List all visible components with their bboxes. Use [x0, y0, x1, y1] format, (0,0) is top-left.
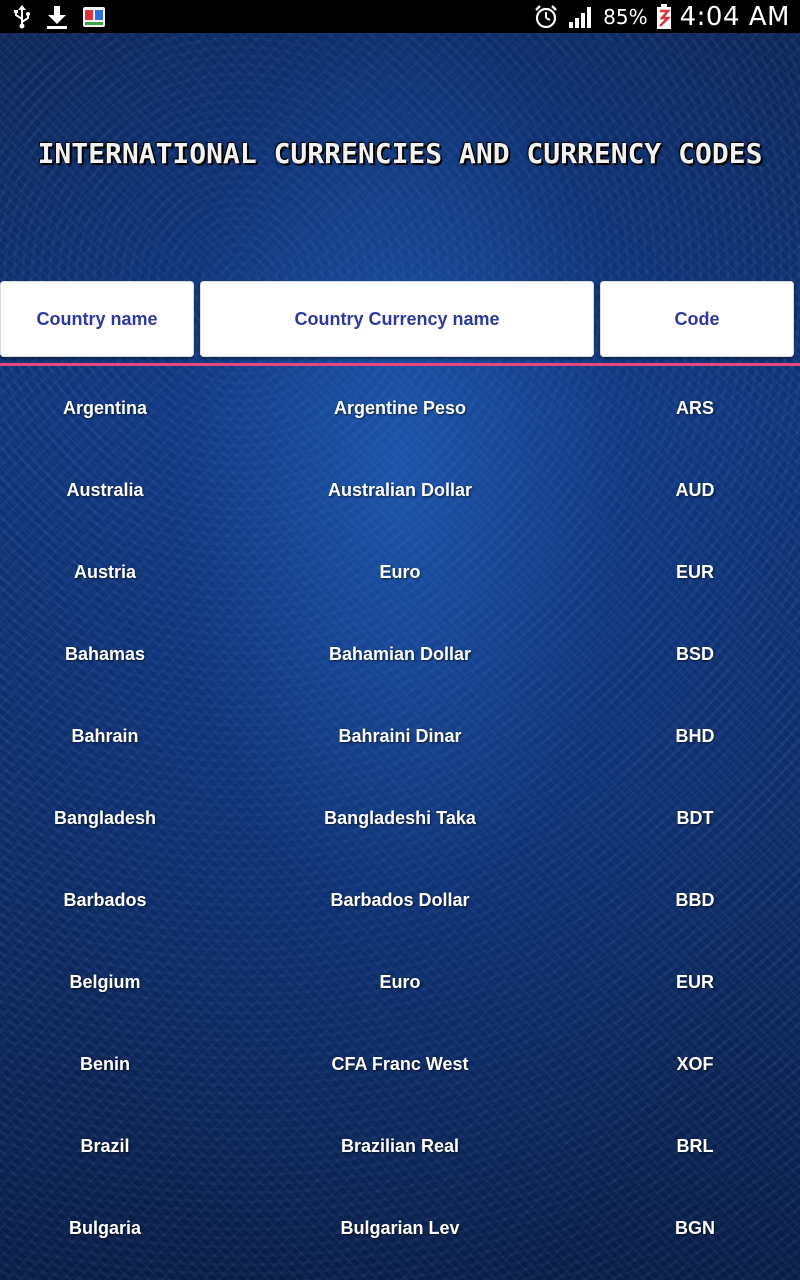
country-cell: Bahamas	[64, 643, 146, 664]
currency-cell: Argentine Peso	[333, 397, 467, 418]
country-cell: Benin	[79, 1053, 130, 1074]
code-cell: BSD	[675, 643, 714, 664]
table-row[interactable]: Bahamas Bahamian Dollar BSD	[0, 613, 800, 695]
currency-cell: Australian Dollar	[327, 479, 473, 500]
currency-cell: Bangladeshi Taka	[324, 807, 476, 828]
table-row[interactable]: Benin CFA Franc West XOF	[0, 1023, 800, 1105]
currency-cell: Bahamian Dollar	[328, 643, 472, 664]
usb-icon	[12, 4, 32, 29]
currency-cell: Euro	[379, 561, 421, 582]
table-row[interactable]: Bangladesh Bangladeshi Taka BDT	[0, 777, 800, 859]
table-row[interactable]: Brazil Brazilian Real BRL	[0, 1105, 800, 1187]
code-cell: AUD	[675, 479, 715, 500]
header-code[interactable]: Code	[600, 281, 794, 357]
header-divider	[0, 363, 800, 366]
download-icon	[46, 5, 68, 29]
currency-list[interactable]: Argentina Argentine Peso ARS Australia A…	[0, 367, 800, 1269]
page-title: INTERNATIONAL CURRENCIES AND CURRENCY CO…	[37, 137, 763, 170]
app-notification-icon	[82, 5, 106, 29]
status-clock: 4:04 AM	[679, 1, 790, 32]
code-cell: BHD	[675, 725, 715, 746]
table-row[interactable]: Bahrain Bahraini Dinar BHD	[0, 695, 800, 777]
battery-percent: 85%	[603, 4, 648, 29]
code-cell: BDT	[676, 807, 714, 828]
code-cell: XOF	[676, 1053, 714, 1074]
table-row[interactable]: Australia Australian Dollar AUD	[0, 449, 800, 531]
table-row[interactable]: Belgium Euro EUR	[0, 941, 800, 1023]
country-cell: Argentina	[62, 397, 147, 418]
system-status: 85% 4:04 AM	[533, 2, 800, 32]
country-cell: Bahrain	[71, 725, 139, 746]
alarm-icon	[533, 4, 559, 29]
code-cell: BRL	[676, 1135, 714, 1156]
country-cell: Austria	[73, 561, 136, 582]
country-cell: Australia	[66, 479, 144, 500]
country-cell: Barbados	[63, 889, 147, 910]
currency-cell: Barbados Dollar	[330, 889, 470, 910]
code-cell: EUR	[675, 971, 714, 992]
currency-cell: Euro	[379, 971, 421, 992]
country-cell: Belgium	[69, 971, 141, 992]
table-row[interactable]: Bulgaria Bulgarian Lev BGN	[0, 1187, 800, 1269]
currency-cell: CFA Franc West	[331, 1053, 469, 1074]
battery-icon	[656, 3, 672, 29]
table-header: Country name Country Currency name Code	[0, 281, 800, 361]
currency-cell: Brazilian Real	[340, 1135, 460, 1156]
table-row[interactable]: Argentina Argentine Peso ARS	[0, 367, 800, 449]
country-cell: Brazil	[80, 1135, 130, 1156]
header-country-name[interactable]: Country name	[0, 281, 194, 357]
notification-icons	[0, 4, 106, 29]
code-cell: ARS	[675, 397, 714, 418]
country-cell: Bangladesh	[53, 807, 157, 828]
signal-icon	[567, 5, 595, 29]
header-currency-name[interactable]: Country Currency name	[200, 281, 594, 357]
currency-cell: Bahraini Dinar	[338, 725, 462, 746]
table-row[interactable]: Barbados Barbados Dollar BBD	[0, 859, 800, 941]
country-cell: Bulgaria	[68, 1217, 142, 1238]
main-screen: INTERNATIONAL CURRENCIES AND CURRENCY CO…	[0, 33, 800, 1280]
currency-cell: Bulgarian Lev	[340, 1217, 460, 1238]
status-bar: 85% 4:04 AM	[0, 0, 800, 33]
code-cell: EUR	[675, 561, 714, 582]
code-cell: BGN	[675, 1217, 715, 1238]
table-row[interactable]: Austria Euro EUR	[0, 531, 800, 613]
code-cell: BBD	[675, 889, 715, 910]
